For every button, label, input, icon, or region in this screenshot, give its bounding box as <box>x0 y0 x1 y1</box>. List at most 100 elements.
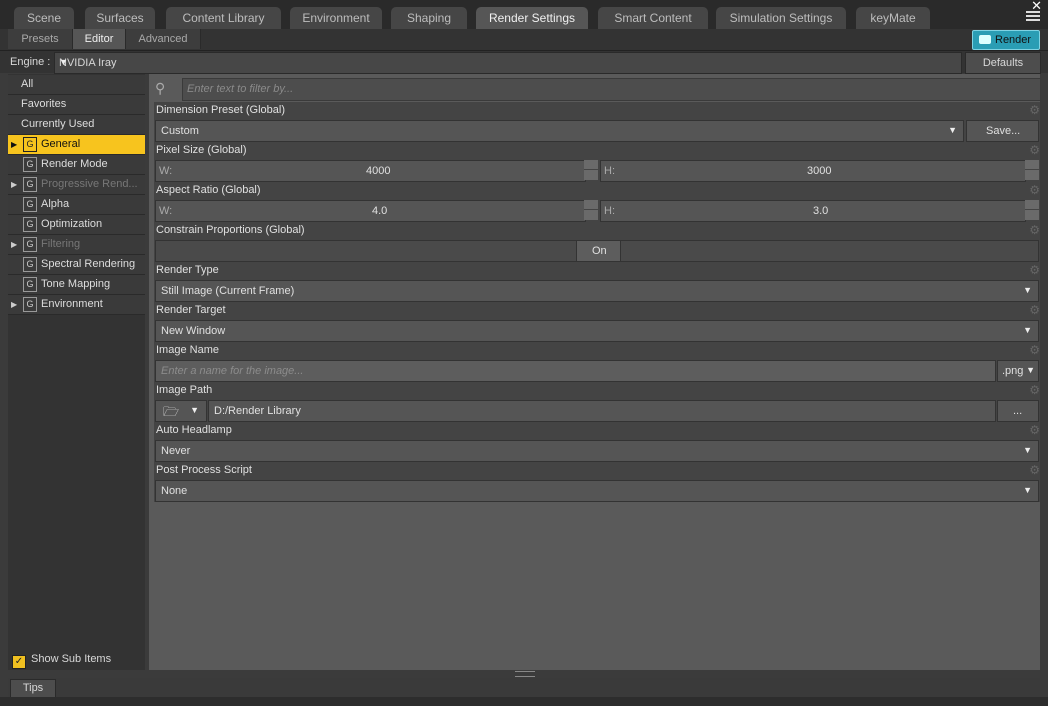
prop-pixel-size: Pixel Size (Global) ⚙ W: 4000 H: 3000 <box>154 142 1040 182</box>
nav-item-general[interactable]: ▶ G General <box>8 135 145 155</box>
tab-surfaces[interactable]: Surfaces <box>85 7 155 29</box>
tips-bar <box>8 678 1040 697</box>
menu-icon[interactable] <box>1026 9 1040 23</box>
pixel-width-field[interactable]: W: 4000 <box>155 160 586 182</box>
tab-smart-content[interactable]: Smart Content <box>598 7 708 29</box>
gear-icon[interactable]: ⚙ <box>1029 263 1040 277</box>
prop-title: Constrain Proportions (Global) <box>156 224 305 236</box>
dimension-preset-select[interactable]: Custom ▼ <box>155 120 964 142</box>
tab-editor[interactable]: Editor <box>73 29 126 49</box>
group-icon: G <box>23 257 37 272</box>
aspect-width-stepper[interactable] <box>584 200 598 220</box>
top-tab-bar: Scene Surfaces Content Library Environme… <box>0 0 1048 29</box>
expand-arrow-icon[interactable]: ▶ <box>11 295 17 314</box>
engine-select[interactable]: NVIDIA Iray ▼ <box>54 52 962 74</box>
nav-item-tone-mapping[interactable]: G Tone Mapping <box>8 275 145 295</box>
save-preset-button[interactable]: Save... <box>966 120 1039 142</box>
category-nav: All Favorites Currently Used ▶ G General… <box>8 74 145 670</box>
prop-title: Auto Headlamp <box>156 424 232 436</box>
browse-button[interactable]: ... <box>997 400 1039 422</box>
folder-button[interactable]: 🗁 ▼ <box>155 400 207 422</box>
aspect-height-field[interactable]: H: 3.0 <box>600 200 1026 222</box>
group-icon: G <box>23 217 37 232</box>
bottom-strip <box>0 697 1048 706</box>
expand-arrow-icon[interactable]: ▶ <box>11 135 17 154</box>
group-icon: G <box>23 157 37 172</box>
search-icon[interactable]: ⚲ <box>155 80 179 98</box>
pixel-width-stepper[interactable] <box>584 160 598 180</box>
nav-item-environment[interactable]: ▶ G Environment <box>8 295 145 315</box>
aspect-height-stepper[interactable] <box>1025 200 1039 220</box>
nav-item-render-mode[interactable]: G Render Mode <box>8 155 145 175</box>
render-type-select[interactable]: Still Image (Current Frame) ▼ <box>155 280 1039 302</box>
tab-keymate[interactable]: keyMate <box>856 7 930 29</box>
nav-item-progressive-rendering[interactable]: ▶ G Progressive Rend... <box>8 175 145 195</box>
image-name-input[interactable]: Enter a name for the image... <box>155 360 996 382</box>
nav-item-currently-used[interactable]: Currently Used <box>8 115 145 135</box>
prop-post-process-script: Post Process Script ⚙ None ▼ <box>154 462 1040 502</box>
prop-title: Render Type <box>156 264 219 276</box>
checkbox-checked-icon[interactable]: ✓ <box>12 655 26 669</box>
show-sub-items-label: Show Sub Items <box>31 653 112 665</box>
group-icon: G <box>23 277 37 292</box>
tab-scene[interactable]: Scene <box>14 7 74 29</box>
chevron-down-icon: ▼ <box>1023 285 1032 295</box>
chevron-down-icon: ▼ <box>1023 485 1032 495</box>
tab-shaping[interactable]: Shaping <box>391 7 467 29</box>
pane-splitter[interactable] <box>515 671 535 677</box>
gear-icon[interactable]: ⚙ <box>1029 303 1040 317</box>
prop-title: Render Target <box>156 304 226 316</box>
render-target-select[interactable]: New Window ▼ <box>155 320 1039 342</box>
tab-advanced[interactable]: Advanced <box>126 29 201 49</box>
nav-item-alpha[interactable]: G Alpha <box>8 195 145 215</box>
nav-item-favorites[interactable]: Favorites <box>8 95 145 115</box>
auto-headlamp-select[interactable]: Never ▼ <box>155 440 1039 462</box>
chevron-down-icon: ▼ <box>948 125 957 135</box>
expand-arrow-icon[interactable]: ▶ <box>11 175 17 194</box>
image-format-select[interactable]: .png ▼ <box>997 360 1039 382</box>
engine-row: Engine : NVIDIA Iray ▼ Defaults <box>0 51 1048 74</box>
prop-image-path: Image Path ⚙ 🗁 ▼ D:/Render Library ... <box>154 382 1040 422</box>
camera-icon <box>979 35 991 44</box>
show-sub-items-toggle[interactable]: ✓ Show Sub Items <box>12 653 111 669</box>
nav-item-all[interactable]: All <box>8 75 145 95</box>
post-process-select[interactable]: None ▼ <box>155 480 1039 502</box>
tab-content-library[interactable]: Content Library <box>166 7 281 29</box>
pixel-height-field[interactable]: H: 3000 <box>600 160 1026 182</box>
render-button[interactable]: Render <box>972 30 1040 50</box>
defaults-button[interactable]: Defaults <box>965 52 1041 74</box>
gear-icon[interactable]: ⚙ <box>1029 143 1040 157</box>
prop-title: Post Process Script <box>156 464 252 476</box>
tab-environment[interactable]: Environment <box>290 7 382 29</box>
prop-render-target: Render Target ⚙ New Window ▼ <box>154 302 1040 342</box>
gear-icon[interactable]: ⚙ <box>1029 463 1040 477</box>
prop-auto-headlamp: Auto Headlamp ⚙ Never ▼ <box>154 422 1040 462</box>
filter-input[interactable]: Enter text to filter by... <box>182 78 1041 101</box>
pixel-height-stepper[interactable] <box>1025 160 1039 180</box>
chevron-down-icon: ▼ <box>59 57 68 67</box>
nav-item-filtering[interactable]: ▶ G Filtering <box>8 235 145 255</box>
tab-simulation-settings[interactable]: Simulation Settings <box>716 7 846 29</box>
gear-icon[interactable]: ⚙ <box>1029 383 1040 397</box>
tab-render-settings[interactable]: Render Settings <box>476 7 588 29</box>
gear-icon[interactable]: ⚙ <box>1029 183 1040 197</box>
gear-icon[interactable]: ⚙ <box>1029 103 1040 117</box>
tips-tab[interactable]: Tips <box>10 679 56 698</box>
gear-icon[interactable]: ⚙ <box>1029 343 1040 357</box>
filter-placeholder: Enter text to filter by... <box>187 83 294 95</box>
prop-dimension-preset: Dimension Preset (Global) ⚙ Custom ▼ Sav… <box>154 102 1040 142</box>
prop-title: Image Name <box>156 344 219 356</box>
gear-icon[interactable]: ⚙ <box>1029 423 1040 437</box>
prop-title: Aspect Ratio (Global) <box>156 184 261 196</box>
tab-presets[interactable]: Presets <box>8 29 73 49</box>
chevron-down-icon: ▼ <box>1023 445 1032 455</box>
aspect-width-field[interactable]: W: 4.0 <box>155 200 586 222</box>
expand-arrow-icon[interactable]: ▶ <box>11 235 17 254</box>
nav-item-spectral-rendering[interactable]: G Spectral Rendering <box>8 255 145 275</box>
image-path-field[interactable]: D:/Render Library <box>208 400 996 422</box>
gear-icon[interactable]: ⚙ <box>1029 223 1040 237</box>
chevron-down-icon: ▼ <box>1023 325 1032 335</box>
nav-item-optimization[interactable]: G Optimization <box>8 215 145 235</box>
prop-aspect-ratio: Aspect Ratio (Global) ⚙ W: 4.0 H: 3.0 <box>154 182 1040 222</box>
constrain-toggle[interactable]: On <box>576 240 621 262</box>
